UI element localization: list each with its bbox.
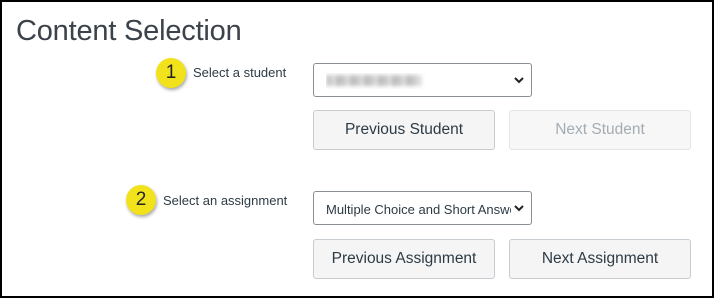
content-selection-panel: Content Selection 1 Select a student Pre… xyxy=(0,0,714,298)
student-select-label: Select a student xyxy=(193,65,287,80)
assignment-select-value: Multiple Choice and Short Answer xyxy=(326,202,511,217)
previous-student-button[interactable]: Previous Student xyxy=(313,110,495,150)
step-1-badge: 1 xyxy=(156,58,186,88)
chevron-down-icon xyxy=(514,77,524,84)
assignment-select-label: Select an assignment xyxy=(163,193,288,208)
page-title: Content Selection xyxy=(16,15,242,47)
next-assignment-button[interactable]: Next Assignment xyxy=(509,239,691,279)
student-select[interactable] xyxy=(313,63,532,97)
next-student-button[interactable]: Next Student xyxy=(509,110,691,150)
assignment-select[interactable]: Multiple Choice and Short Answer xyxy=(313,191,532,225)
step-2-badge: 2 xyxy=(126,185,156,215)
previous-assignment-button[interactable]: Previous Assignment xyxy=(313,239,495,279)
redacted-student-name xyxy=(326,75,421,86)
student-select-value xyxy=(326,73,511,89)
chevron-down-icon xyxy=(514,205,524,212)
